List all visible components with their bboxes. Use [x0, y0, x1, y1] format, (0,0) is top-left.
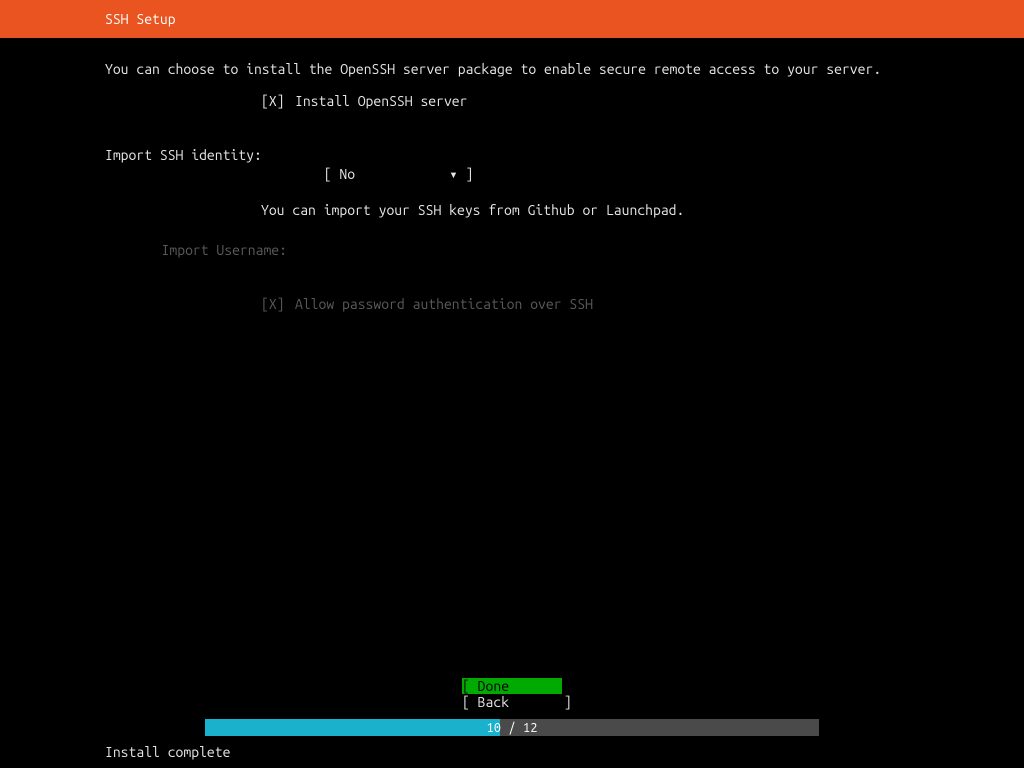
intro-text: You can choose to install the OpenSSH se… — [105, 60, 919, 78]
allow-password-label: Allow password authentication over SSH — [295, 295, 919, 313]
done-button[interactable]: [ Done ] — [462, 678, 562, 694]
import-username-input — [295, 241, 919, 259]
allow-password-checkbox: [X] — [261, 295, 295, 313]
import-identity-dropdown[interactable]: [ No ▾ ] — [324, 165, 474, 183]
progress-text: 10 / 12 — [205, 721, 819, 735]
header-bar: SSH Setup — [0, 0, 1024, 38]
main-content: You can choose to install the OpenSSH se… — [0, 38, 1024, 314]
status-line: Install complete — [105, 744, 230, 760]
allow-password-row: [X] Allow password authentication over S… — [105, 295, 919, 313]
import-username-label: Import Username: — [105, 241, 295, 259]
install-openssh-row[interactable]: [X] Install OpenSSH server — [105, 92, 919, 110]
import-identity-label: Import SSH identity: — [105, 146, 261, 201]
import-username-row: Import Username: — [105, 241, 919, 259]
install-openssh-checkbox[interactable]: [X] — [261, 92, 295, 110]
install-openssh-label: Install OpenSSH server — [295, 92, 919, 110]
chevron-down-icon: ▾ — [449, 166, 457, 182]
page-title: SSH Setup — [105, 11, 176, 27]
footer-buttons: [ Done ] [ Back ] — [0, 678, 1024, 710]
back-button[interactable]: [ Back ] — [462, 694, 562, 710]
progress-bar: 10 / 12 — [205, 719, 819, 736]
import-identity-row: Import SSH identity: [ No ▾ ] — [105, 146, 919, 201]
import-identity-help: You can import your SSH keys from Github… — [261, 201, 919, 219]
import-identity-value: No — [339, 166, 355, 182]
